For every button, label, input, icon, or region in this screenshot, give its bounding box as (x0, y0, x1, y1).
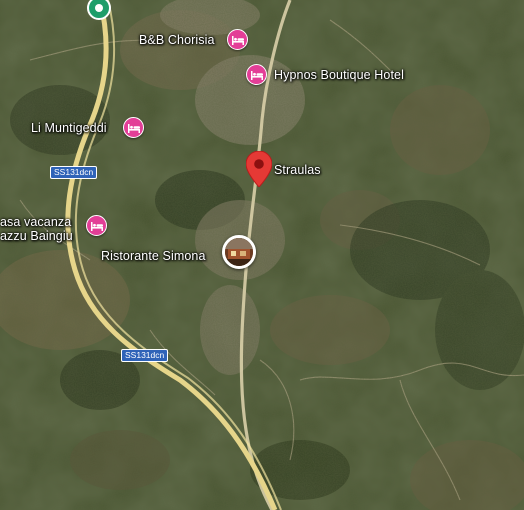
hotel-bed-icon[interactable] (86, 215, 107, 236)
label-straulas[interactable]: Straulas (274, 163, 321, 177)
label-li-muntigeddi[interactable]: Li Muntigeddi (31, 121, 107, 135)
map-view[interactable]: B&B Chorisia Hypnos Boutique Hotel Li Mu… (0, 0, 524, 510)
label-ristorante-simona[interactable]: Ristorante Simona (101, 249, 206, 263)
restaurant-photo-icon[interactable] (222, 235, 256, 269)
label-casa-vacanza[interactable]: asa vacanza (0, 215, 71, 229)
road-shield-ss131dcn: SS131dcn (50, 166, 98, 179)
label-hypnos-boutique-hotel[interactable]: Hypnos Boutique Hotel (274, 68, 404, 82)
label-bb-chorisia[interactable]: B&B Chorisia (139, 33, 215, 47)
road-shield-ss131dcn: SS131dcn (121, 349, 169, 362)
red-map-pin-icon[interactable] (245, 150, 273, 188)
hotel-bed-icon[interactable] (227, 29, 248, 50)
hotel-bed-icon[interactable] (123, 117, 144, 138)
hotel-bed-icon[interactable] (246, 64, 267, 85)
label-azzu-baingiu[interactable]: azzu Baingiu (0, 229, 73, 243)
